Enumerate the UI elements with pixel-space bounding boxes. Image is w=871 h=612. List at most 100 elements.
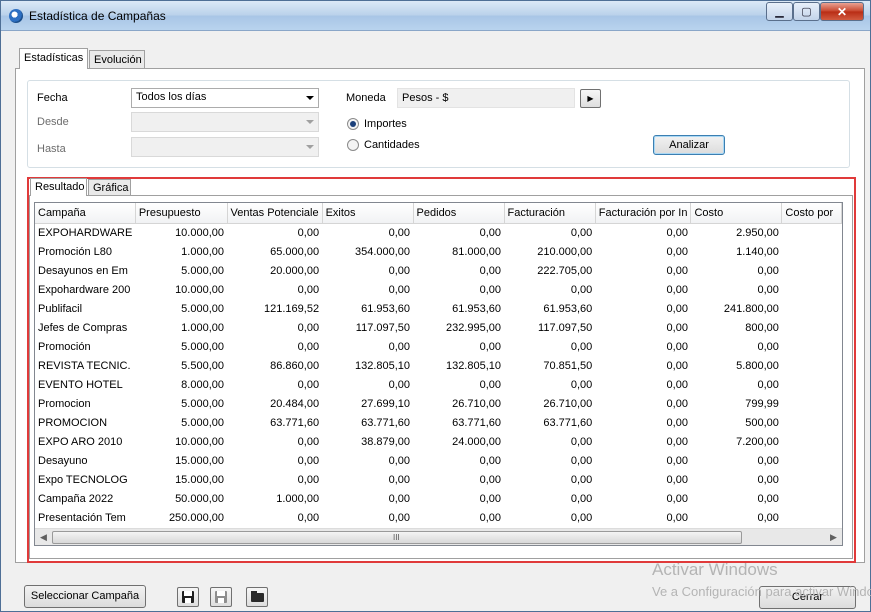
- table-row[interactable]: EXPOHARDWARE 10.000,00 0,00 0,00 0,00 0,00 0,0…: [35, 223, 842, 242]
- moneda-select-button[interactable]: ▶: [580, 89, 601, 108]
- scroll-left-arrow-icon[interactable]: ◀: [35, 529, 52, 546]
- activation-watermark-text: Ve a Configuración para activar Windows.: [652, 584, 871, 599]
- column-header[interactable]: Facturación por In: [595, 203, 692, 224]
- value-cell: 0,00: [666, 264, 688, 277]
- value-cell: 0,00: [757, 340, 779, 353]
- column-header[interactable]: Exitos: [322, 203, 414, 224]
- value-cell: [782, 375, 842, 394]
- fecha-value: Todos los días: [136, 91, 207, 103]
- value-cell: 5.000,00: [181, 340, 224, 353]
- value-cell: 0,00: [479, 264, 502, 277]
- table-row[interactable]: Promoción L80 1.000,00 65.000,00 354.000,00…: [35, 242, 842, 261]
- value-cell: 210.000,00: [537, 245, 593, 258]
- value-cell: 0,00: [757, 492, 779, 505]
- value-cell: 0,00: [479, 492, 502, 505]
- minimize-button[interactable]: ▁: [766, 2, 793, 21]
- column-header[interactable]: Costo: [690, 203, 783, 224]
- title-bar[interactable]: Estadística de Campañas ▁ ▢ ✕: [1, 1, 870, 31]
- value-cell: 799,99: [745, 397, 779, 410]
- column-header[interactable]: Facturación: [504, 203, 596, 224]
- seleccionar-campana-button[interactable]: Seleccionar Campaña: [24, 585, 146, 608]
- column-header[interactable]: Costo por: [781, 203, 842, 224]
- desde-date-picker[interactable]: [131, 112, 319, 132]
- value-cell: 250.000,00: [168, 511, 224, 524]
- activation-watermark-title: Activar Windows: [652, 560, 778, 579]
- header-row: Campaña Presupuesto Ventas Potenciale Ex…: [35, 203, 842, 224]
- value-cell: 0,00: [757, 264, 779, 277]
- table-row[interactable]: Desayunos en Em 5.000,00 20.000,00 0,00 0,00…: [35, 261, 842, 280]
- value-cell: 500,00: [745, 416, 779, 429]
- value-cell: [782, 337, 842, 356]
- save-button[interactable]: [177, 587, 199, 607]
- value-cell: 0,00: [757, 378, 779, 391]
- value-cell: 0,00: [666, 226, 688, 239]
- value-cell: 800,00: [745, 321, 779, 334]
- value-cell: 0,00: [570, 511, 593, 524]
- table-row[interactable]: Promocion 5.000,00 20.484,00 27.699,10 26.71…: [35, 394, 842, 413]
- table-row[interactable]: Publifacil 5.000,00 121.169,52 61.953,60 61.…: [35, 299, 842, 318]
- table-row[interactable]: Promoción 5.000,00 0,00 0,00 0,00 0,00 0,00 0,0…: [35, 337, 842, 356]
- value-cell: 0,00: [666, 302, 688, 315]
- tab-grafica[interactable]: Gráfica: [88, 179, 131, 196]
- cantidades-label[interactable]: Cantidades: [364, 139, 420, 151]
- value-cell: 5.000,00: [181, 264, 224, 277]
- value-cell: 0,00: [570, 378, 593, 391]
- campaign-name-cell: EVENTO HOTEL: [38, 378, 123, 391]
- value-cell: 0,00: [297, 435, 320, 448]
- hasta-label: Hasta: [37, 143, 66, 155]
- importes-radio[interactable]: [347, 118, 359, 130]
- table-row[interactable]: Campaña 2022 50.000,00 1.000,00 0,00 0,00 0,0…: [35, 489, 842, 508]
- value-cell: 0,00: [757, 283, 779, 296]
- save-as-button[interactable]: [210, 587, 232, 607]
- table-row[interactable]: PROMOCION 5.000,00 63.771,60 63.771,60 63.77…: [35, 413, 842, 432]
- value-cell: 86.860,00: [270, 359, 320, 372]
- save-disabled-icon: [215, 591, 227, 603]
- app-icon: [9, 9, 23, 23]
- horizontal-scrollbar[interactable]: ◀ III ▶: [35, 528, 842, 545]
- moneda-field: Pesos - $: [397, 88, 575, 108]
- column-header[interactable]: Ventas Potenciale: [227, 203, 323, 224]
- table-row[interactable]: REVISTA TECNIC. 5.500,00 86.860,00 132.805,…: [35, 356, 842, 375]
- column-header[interactable]: Pedidos: [413, 203, 505, 224]
- cantidades-radio[interactable]: [347, 139, 359, 151]
- campaign-name-cell: Publifacil: [38, 302, 83, 315]
- maximize-button[interactable]: ▢: [793, 2, 820, 21]
- column-header[interactable]: Presupuesto: [135, 203, 228, 224]
- value-cell: 0,00: [757, 454, 779, 467]
- table-row[interactable]: EVENTO HOTEL 8.000,00 0,00 0,00 0,00 0,00 0,00…: [35, 375, 842, 394]
- tab-resultado[interactable]: Resultado: [30, 178, 87, 196]
- table-row[interactable]: Jefes de Compras 1.000,00 0,00 117.097,50 23…: [35, 318, 842, 337]
- open-button[interactable]: [246, 587, 268, 607]
- table-row[interactable]: EXPO ARO 2010 10.000,00 0,00 38.879,00 24.00…: [35, 432, 842, 451]
- tab-evolucion[interactable]: Evolución: [89, 50, 145, 68]
- value-cell: 0,00: [666, 340, 688, 353]
- value-cell: 0,00: [297, 321, 320, 334]
- value-cell: 0,00: [757, 473, 779, 486]
- value-cell: [782, 470, 842, 489]
- importes-label[interactable]: Importes: [364, 118, 407, 130]
- value-cell: 121.169,52: [264, 302, 320, 315]
- table-row[interactable]: Desayuno 15.000,00 0,00 0,00 0,00 0,00 0,00 0,0…: [35, 451, 842, 470]
- value-cell: [782, 280, 842, 299]
- table-row[interactable]: Expohardware 200 10.000,00 0,00 0,00 0,00 0,0…: [35, 280, 842, 299]
- scroll-right-arrow-icon[interactable]: ▶: [825, 529, 842, 546]
- analizar-button[interactable]: Analizar: [653, 135, 725, 155]
- table-row[interactable]: Presentación Tem 250.000,00 0,00 0,00 0,00 0,…: [35, 508, 842, 527]
- column-header[interactable]: Campaña: [35, 203, 136, 224]
- moneda-label: Moneda: [346, 92, 386, 104]
- value-cell: 10.000,00: [175, 226, 224, 239]
- scroll-thumb[interactable]: III: [52, 531, 742, 544]
- value-cell: 0,00: [388, 226, 411, 239]
- campaign-name-cell: Desayunos en Em: [38, 264, 128, 277]
- tab-estadisticas[interactable]: Estadísticas: [19, 48, 88, 69]
- table-row[interactable]: Expo TECNOLOG 15.000,00 0,00 0,00 0,00 0,00 0,…: [35, 470, 842, 489]
- hasta-date-picker[interactable]: [131, 137, 319, 157]
- close-window-button[interactable]: ✕: [820, 2, 864, 21]
- value-cell: 0,00: [479, 283, 502, 296]
- window-title: Estadística de Campañas: [29, 9, 166, 23]
- fecha-select[interactable]: Todos los días: [131, 88, 319, 108]
- value-cell: [782, 242, 842, 261]
- results-grid[interactable]: Campaña Presupuesto Ventas Potenciale Ex…: [34, 202, 843, 546]
- value-cell: 10.000,00: [175, 283, 224, 296]
- value-cell: 0,00: [388, 473, 411, 486]
